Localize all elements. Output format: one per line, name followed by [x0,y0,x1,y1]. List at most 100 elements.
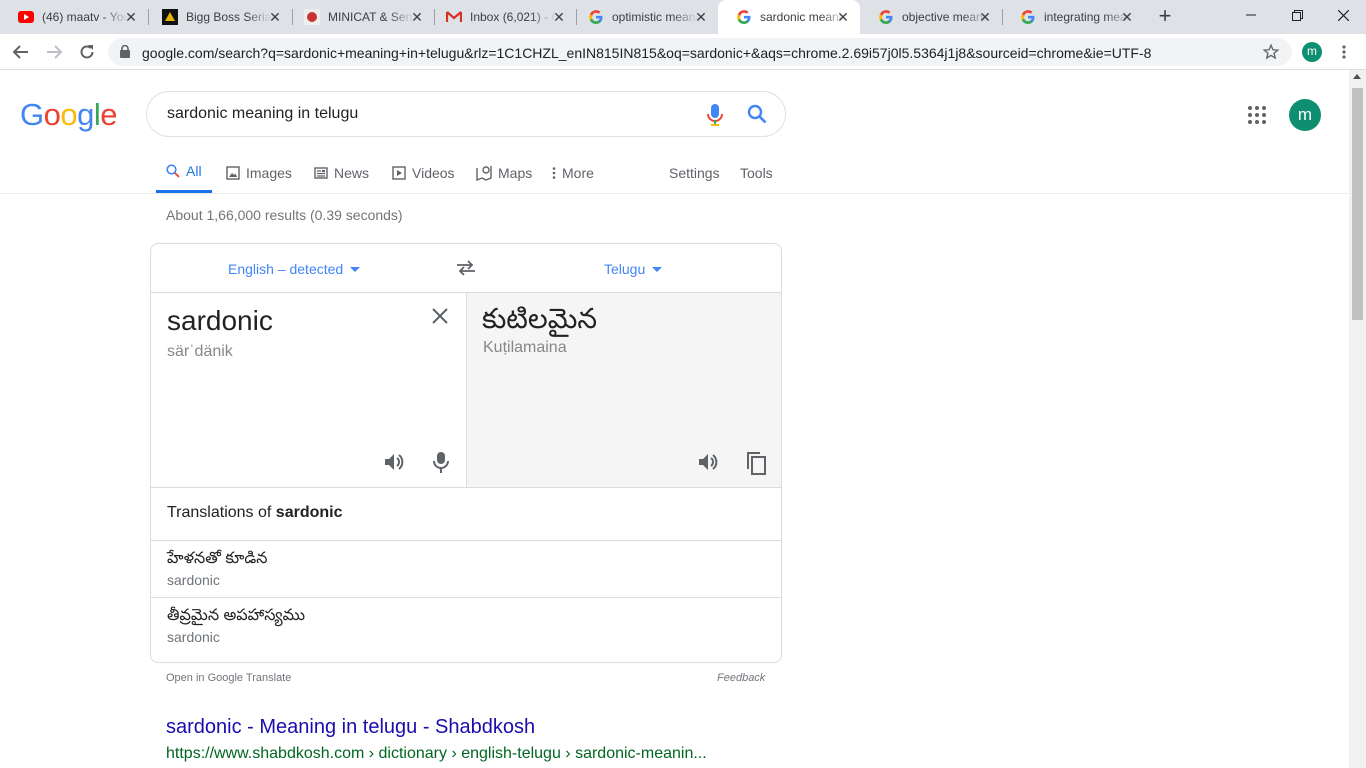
search-tabs: All Images News Videos Maps More Setting… [0,152,1349,194]
microphone-icon[interactable] [433,451,449,473]
browser-tab-title: MINICAT & Sen [328,10,413,24]
forward-arrow-icon [47,45,62,59]
search-box[interactable]: sardonic meaning in telugu [146,91,786,137]
account-avatar[interactable]: m [1289,99,1321,131]
minimize-button[interactable] [1228,0,1274,30]
tab-maps[interactable]: Maps [476,152,532,193]
translation-row: హేళనతో కూడిన sardonic [151,540,781,597]
google-icon [736,9,752,25]
close-tab-icon[interactable]: ✕ [124,10,138,24]
restore-button[interactable] [1274,0,1320,30]
source-text[interactable]: sardonic [167,305,273,337]
close-tab-icon[interactable]: ✕ [1120,10,1134,24]
search-icon [166,164,180,178]
minicat-icon [304,9,320,25]
browser-tab[interactable]: integrating meaning ✕ [1002,0,1144,34]
address-bar[interactable]: google.com/search?q=sardonic+meaning+in+… [108,38,1292,66]
apps-grid-icon[interactable] [1247,105,1267,125]
tab-more[interactable]: More [552,152,594,193]
browser-menu-icon[interactable] [1336,44,1352,60]
tab-label: News [334,164,370,181]
translations-prefix: Translations of [167,504,276,521]
copy-icon[interactable] [745,451,767,475]
result-stats: About 1,66,000 results (0.39 seconds) [166,207,403,223]
translation-telugu: తీవ్రమైన అపహాస్యము [167,607,306,624]
tab-label: Images [246,164,292,181]
close-tab-icon[interactable]: ✕ [694,10,708,24]
browser-tab[interactable]: Inbox (6,021) - Gmail ✕ [428,0,576,34]
new-tab-button[interactable]: + [1153,5,1177,28]
back-button[interactable] [7,38,35,66]
dropdown-caret-icon [652,266,663,272]
feedback-link[interactable]: Feedback [717,672,765,684]
gmail-icon [446,9,462,25]
browser-tab-title: optimistic meaning [612,10,698,24]
google-logo[interactable]: Google [20,97,118,133]
tab-images[interactable]: Images [226,152,292,193]
tab-news[interactable]: News [314,152,369,193]
translations-heading: Translations of sardonic [167,504,342,522]
image-icon [226,165,240,180]
page-scrollbar[interactable] [1349,70,1366,768]
browser-tab[interactable]: (46) maatv - YouTube ✕ [0,0,148,34]
close-tab-icon[interactable]: ✕ [978,10,992,24]
browser-tab-title: (46) maatv - YouTube [42,10,128,24]
speaker-icon[interactable] [697,451,719,473]
back-arrow-icon [13,45,28,59]
map-icon [476,165,492,181]
search-input[interactable]: sardonic meaning in telugu [167,105,358,123]
clear-icon[interactable] [431,307,449,325]
browser-tab[interactable]: Bigg Boss Serial ✕ [144,0,292,34]
close-window-button[interactable] [1320,0,1366,30]
swap-languages-icon[interactable] [456,260,476,276]
search-icon[interactable] [747,104,767,124]
lock-icon [120,45,130,58]
scroll-up-arrow[interactable] [1353,74,1361,79]
tools-link[interactable]: Tools [740,152,773,193]
biggboss-icon [162,9,178,25]
browser-tab[interactable]: MINICAT & Sen ✕ [286,0,434,34]
settings-link[interactable]: Settings [669,152,720,193]
browser-tab[interactable]: objective meaning ✕ [860,0,1002,34]
browser-tab-title: Bigg Boss Serial [186,10,272,24]
close-tab-icon[interactable]: ✕ [836,10,850,24]
source-pane[interactable]: sardonic särˈdänik [151,293,467,488]
video-icon [392,165,406,180]
language-selector-row: English – detected Telugu [151,244,781,293]
browser-tab-title: objective meaning [902,10,988,24]
reload-button[interactable] [73,38,101,66]
browser-toolbar: google.com/search?q=sardonic+meaning+in+… [0,34,1366,70]
translations-word: sardonic [275,504,343,521]
source-language-label: English – detected [228,261,344,277]
browser-tab-title: Inbox (6,021) - Gmail [470,10,556,24]
forward-button[interactable] [40,38,68,66]
close-tab-icon[interactable]: ✕ [410,10,424,24]
speaker-icon[interactable] [383,451,405,473]
translation-english: sardonic [167,629,220,645]
reload-icon [80,45,94,59]
search-result-title[interactable]: sardonic - Meaning in telugu - Shabdkosh [166,716,535,739]
browser-profile-avatar[interactable]: m [1302,42,1322,62]
tab-all[interactable]: All [156,152,212,193]
target-language-label: Telugu [604,261,646,277]
address-url: google.com/search?q=sardonic+meaning+in+… [142,45,1152,61]
youtube-icon [18,9,34,25]
tab-label: Maps [498,164,533,181]
star-icon[interactable] [1262,43,1280,61]
close-tab-icon[interactable]: ✕ [268,10,282,24]
scroll-thumb[interactable] [1352,88,1363,320]
browser-tab-active[interactable]: sardonic meaning ✕ [718,0,860,34]
google-icon [588,9,604,25]
search-result-url[interactable]: https://www.shabdkosh.com › dictionary ›… [166,745,707,763]
target-pane: కుటిలమైన Kuṭilamaina [467,293,781,488]
target-language-select[interactable]: Telugu [604,261,663,277]
source-language-select[interactable]: English – detected [228,261,361,277]
browser-tab[interactable]: optimistic meaning ✕ [570,0,718,34]
browser-tab-title: sardonic meaning [760,10,846,24]
tab-label: Videos [412,164,455,181]
close-tab-icon[interactable]: ✕ [552,10,566,24]
open-in-translate-link[interactable]: Open in Google Translate [166,672,291,684]
translation-row: తీవ్రమైన అపహాస్యము sardonic [151,597,781,654]
mic-icon[interactable] [707,104,723,126]
tab-videos[interactable]: Videos [392,152,455,193]
